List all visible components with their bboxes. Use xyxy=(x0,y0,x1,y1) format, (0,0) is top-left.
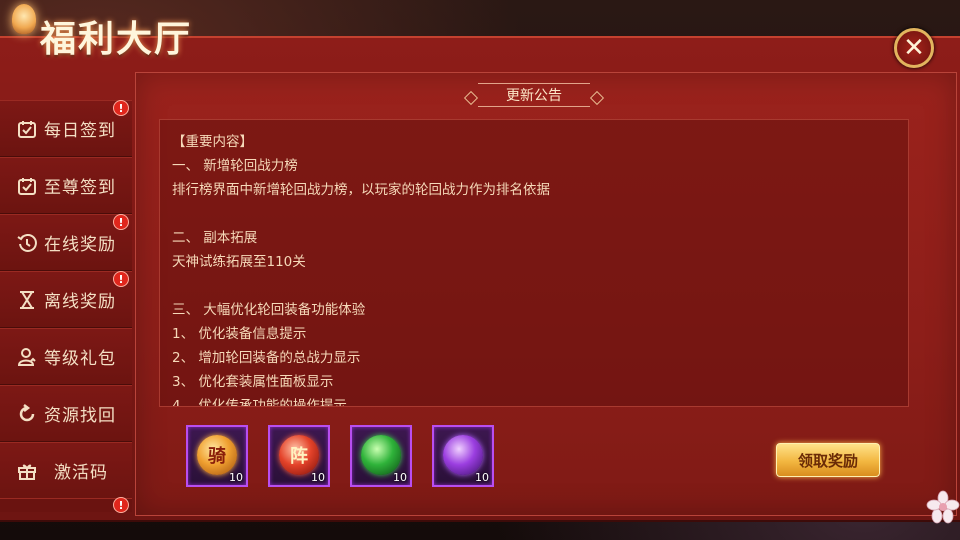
diamond-ornament-icon xyxy=(589,90,605,106)
sidebar-item-label: 离线奖励 xyxy=(44,292,116,312)
notice-line: 二、 副本拓展 xyxy=(172,230,258,246)
close-button[interactable]: ✕ xyxy=(894,28,934,68)
sidebar-item-level-gift[interactable]: 等级礼包 xyxy=(0,328,132,385)
notice-line: 3、 优化套装属性面板显示 xyxy=(172,374,334,390)
calendar-check-icon xyxy=(16,118,38,140)
clock-icon xyxy=(16,232,38,254)
sidebar-item-activation-code[interactable]: 激活码 xyxy=(0,442,132,499)
alert-badge: ! xyxy=(113,214,129,230)
reward-count: 10 xyxy=(475,471,489,484)
reward-item-3[interactable]: 10 xyxy=(350,425,412,487)
main-panel: 更新公告 【重要内容】 一、 新增轮回战力榜 排行榜界面中新增轮回战力榜，以玩家… xyxy=(135,72,957,516)
reward-count: 10 xyxy=(229,471,243,484)
notice-line: 三、 大幅优化轮回装备功能体验 xyxy=(172,302,366,318)
sidebar-item-offline-reward[interactable]: 离线奖励 ! xyxy=(0,271,132,328)
sidebar: 每日签到 ! 至尊签到 在线奖励 ! 离线奖励 ! 等级礼包 资源找回 激活码 xyxy=(0,100,132,508)
notice-line: 排行榜界面中新增轮回战力榜，以玩家的轮回战力作为排名依据 xyxy=(172,182,550,198)
green-orb-icon xyxy=(361,435,401,475)
sidebar-item-label: 资源找回 xyxy=(44,406,116,426)
sidebar-item-label: 至尊签到 xyxy=(44,178,116,198)
notice-content[interactable]: 【重要内容】 一、 新增轮回战力榜 排行榜界面中新增轮回战力榜，以玩家的轮回战力… xyxy=(159,119,909,407)
tab-update-notice[interactable]: 更新公告 xyxy=(463,81,605,109)
notice-line: 一、 新增轮回战力榜 xyxy=(172,158,298,174)
refresh-icon xyxy=(16,403,38,425)
alert-badge: ! xyxy=(113,497,129,513)
sidebar-item-label: 等级礼包 xyxy=(44,349,116,369)
notice-line: 天神试练拓展至110关 xyxy=(172,254,306,270)
reward-item-2[interactable]: 阵 10 xyxy=(268,425,330,487)
notice-line: 4、 优化传承功能的操作提示 xyxy=(172,398,347,407)
sidebar-item-daily-signin[interactable]: 每日签到 ! xyxy=(0,100,132,157)
sidebar-item-label: 在线奖励 xyxy=(44,235,116,255)
purple-orb-icon xyxy=(443,435,483,475)
diamond-ornament-icon xyxy=(463,90,479,106)
notice-line: 1、 优化装备信息提示 xyxy=(172,326,307,342)
notice-line: 【重要内容】 xyxy=(172,134,253,150)
gift-icon xyxy=(16,460,38,482)
reward-count: 10 xyxy=(393,471,407,484)
user-level-icon xyxy=(16,346,38,368)
sidebar-item-resource-recovery[interactable]: 资源找回 xyxy=(0,385,132,442)
alert-badge: ! xyxy=(113,100,129,116)
hourglass-icon xyxy=(16,289,38,311)
blossom-icon xyxy=(926,490,960,524)
sidebar-item-label: 激活码 xyxy=(54,463,108,483)
reward-count: 10 xyxy=(311,471,325,484)
tab-label: 更新公告 xyxy=(506,88,562,104)
sidebar-item-online-reward[interactable]: 在线奖励 ! xyxy=(0,214,132,271)
sidebar-item-supreme-signin[interactable]: 至尊签到 xyxy=(0,157,132,214)
sidebar-item-label: 每日签到 xyxy=(44,121,116,141)
reward-item-4[interactable]: 10 xyxy=(432,425,494,487)
lantern-icon xyxy=(12,4,36,34)
calendar-check-icon xyxy=(16,175,38,197)
alert-badge: ! xyxy=(113,271,129,287)
sidebar-item-partial[interactable]: ! xyxy=(0,497,132,513)
reward-glyph: 骑 xyxy=(208,446,226,467)
reward-glyph: 阵 xyxy=(290,446,308,467)
claim-reward-button[interactable]: 领取奖励 xyxy=(776,443,880,477)
close-icon: ✕ xyxy=(903,33,925,63)
reward-item-1[interactable]: 骑 10 xyxy=(186,425,248,487)
notice-line xyxy=(172,274,896,298)
page-title: 福利大厅 xyxy=(40,18,193,60)
notice-line: 2、 增加轮回装备的总战力显示 xyxy=(172,350,361,366)
notice-line xyxy=(172,202,896,226)
